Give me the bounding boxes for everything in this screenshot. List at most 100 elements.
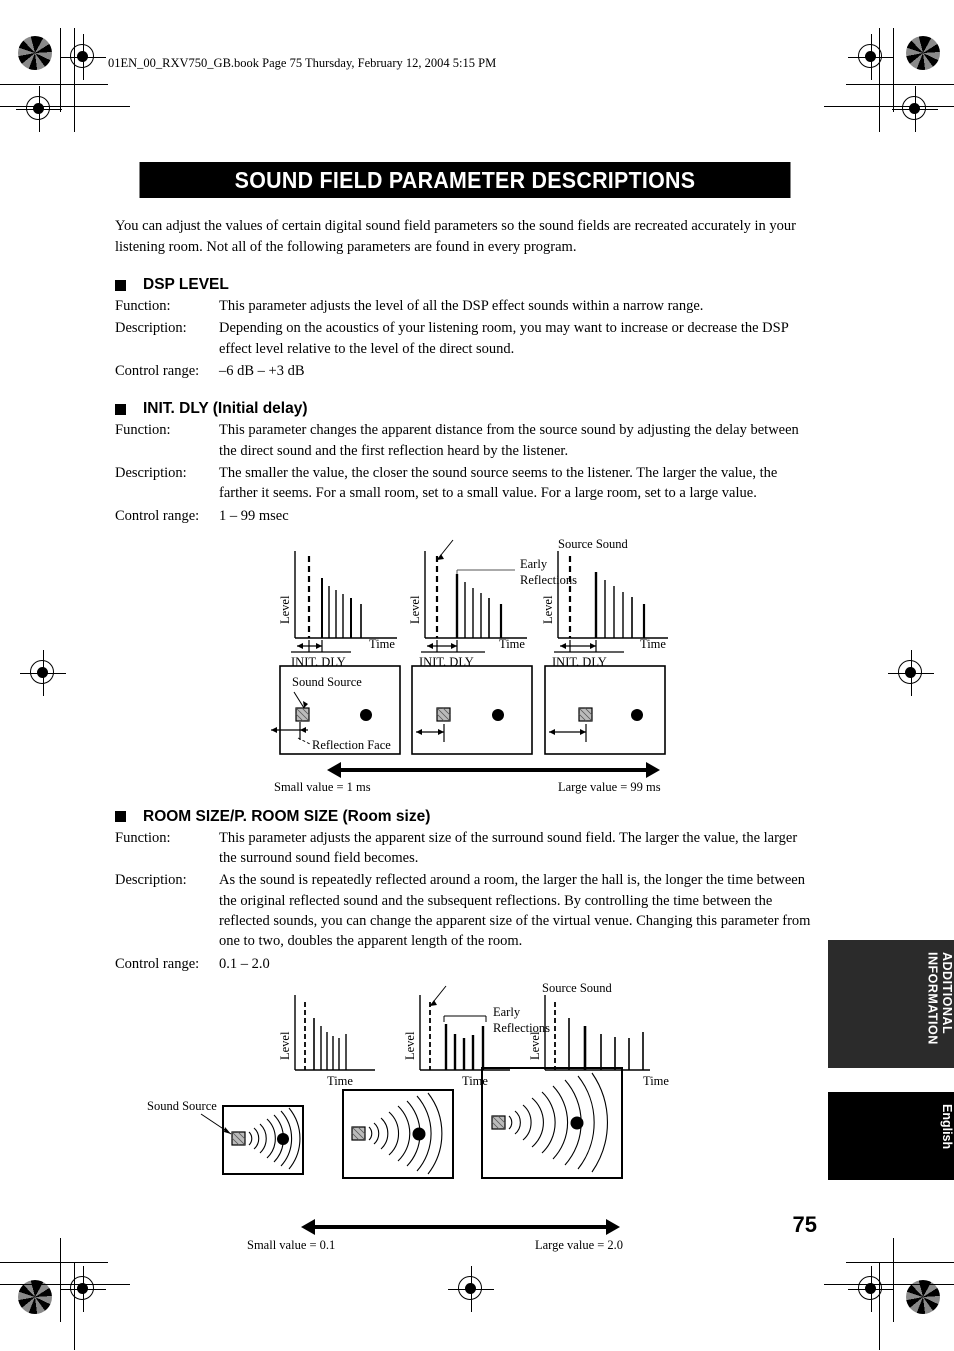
registration-mark-left-mid <box>20 650 66 696</box>
axis-label-level: Level <box>408 595 422 624</box>
source-sound-label: Source Sound <box>542 982 613 995</box>
section-heading-label: INIT. DLY (Initial delay) <box>143 400 308 418</box>
bullet-square-icon <box>115 279 126 291</box>
side-tab-additional-information: ADDITIONAL INFORMATION <box>828 940 954 1068</box>
listener-dot <box>631 708 643 721</box>
book-header-line: 01EN_00_RXV750_GB.book Page 75 Thursday,… <box>108 56 497 70</box>
figure-init-dly: Level Time INIT. DLY Level Time Early Re… <box>115 536 815 796</box>
param-row-function: Function: This parameter adjusts the app… <box>115 828 815 869</box>
init-dly-caption: INIT. DLY <box>552 655 607 669</box>
axis-label-level: Level <box>541 595 555 624</box>
axis-label-time: Time <box>499 637 525 651</box>
small-value-label: Small value = 0.1 <box>247 1238 335 1252</box>
param-label-function: Function: <box>115 829 171 846</box>
param-label-description: Description: <box>115 320 187 337</box>
listener-dot <box>492 708 504 721</box>
early-reflections-line1: Early <box>493 1005 521 1019</box>
small-value-label: Small value = 1 ms <box>274 780 371 794</box>
bullet-square-icon <box>115 403 126 415</box>
print-density-blob-bottom-left <box>18 1280 52 1314</box>
large-value-label: Large value = 99 ms <box>558 780 661 794</box>
sound-wave-arcs <box>368 1092 443 1175</box>
param-label-control-range: Control range: <box>115 507 200 524</box>
crop-mark-bl-v <box>60 1238 61 1322</box>
room-size-graph-large: Level Time <box>528 994 669 1088</box>
room-size-range-arrow: Small value = 0.1 Large value = 2.0 <box>247 1218 623 1252</box>
crop-mark-tl-h <box>0 84 108 85</box>
page-title: SOUND FIELD PARAMETER DESCRIPTIONS <box>139 162 791 198</box>
sound-wave-arcs <box>508 1072 609 1173</box>
room-size-room-small: Sound Source <box>147 1099 304 1175</box>
axis-label-level: Level <box>278 1031 292 1060</box>
section-heading-label: ROOM SIZE/P. ROOM SIZE (Room size) <box>143 807 431 825</box>
param-value-function: This parameter changes the apparent dist… <box>219 422 799 459</box>
registration-mark-right-mid <box>888 650 934 696</box>
init-dly-range-arrow: Small value = 1 ms Large value = 99 ms <box>274 761 661 794</box>
crop-mark-br-v <box>893 1238 894 1322</box>
param-value-description: Depending on the acoustics of your liste… <box>219 320 789 357</box>
param-row-function: Function: This parameter adjusts the lev… <box>115 296 815 316</box>
param-row-description: Description: As the sound is repeatedly … <box>115 870 815 951</box>
crop-mark-br-v2 <box>879 1262 880 1350</box>
axis-label-level: Level <box>528 1031 542 1060</box>
sound-wave-arcs <box>248 1107 301 1170</box>
param-value-description: As the sound is repeatedly reflected aro… <box>219 872 811 950</box>
crop-mark-tr-h2 <box>824 106 954 107</box>
crop-mark-bl-v2 <box>74 1262 75 1350</box>
axis-label-level: Level <box>278 595 292 624</box>
crop-mark-tl-v <box>60 28 61 112</box>
init-dly-graph-small: Level Time INIT. DLY <box>278 550 397 669</box>
large-value-label: Large value = 2.0 <box>535 1238 623 1252</box>
source-sound-label: Source Sound <box>558 537 629 551</box>
param-label-control-range: Control range: <box>115 955 200 972</box>
listener-dot <box>412 1127 426 1141</box>
figure-room-size: Level Time Level Time Early Reflections … <box>115 982 815 1257</box>
axis-label-time: Time <box>643 1074 669 1088</box>
sound-source-label: Sound Source <box>292 675 362 689</box>
init-dly-room-large <box>544 665 666 755</box>
param-label-function: Function: <box>115 422 171 439</box>
init-dly-caption: INIT. DLY <box>419 655 474 669</box>
section-heading-init-dly: INIT. DLY (Initial delay) <box>115 400 815 418</box>
listener-dot <box>360 708 372 721</box>
param-value-function: This parameter adjusts the apparent size… <box>219 829 798 867</box>
print-density-blob-top-left <box>18 36 52 70</box>
param-row-function: Function: This parameter changes the app… <box>115 420 815 461</box>
room-size-room-medium <box>342 1088 454 1179</box>
listener-dot <box>277 1132 289 1145</box>
crop-mark-bl-h2 <box>0 1284 130 1285</box>
axis-label-time: Time <box>640 637 666 651</box>
param-label-description: Description: <box>115 464 187 481</box>
registration-mark-bottom-center <box>448 1266 494 1312</box>
param-row-description: Description: The smaller the value, the … <box>115 463 815 504</box>
registration-mark-bottom-right <box>848 1266 894 1312</box>
param-row-description: Description: Depending on the acoustics … <box>115 318 815 359</box>
print-density-blob-bottom-right <box>906 1280 940 1314</box>
crop-mark-br-h <box>846 1262 954 1263</box>
axis-label-time: Time <box>327 1074 353 1088</box>
axis-label-time: Time <box>369 637 395 651</box>
crop-mark-tr-h <box>846 84 954 85</box>
room-size-graph-small: Level Time <box>278 994 375 1088</box>
print-density-blob-top-right <box>906 36 940 70</box>
init-dly-room-medium <box>411 665 533 755</box>
document-page: 01EN_00_RXV750_GB.book Page 75 Thursday,… <box>0 0 954 1351</box>
param-row-control-range: Control range: 1 – 99 msec <box>115 506 815 526</box>
crop-mark-bl-h <box>0 1262 108 1263</box>
crop-mark-tl-h2 <box>0 106 130 107</box>
bullet-square-icon <box>115 811 126 823</box>
crop-mark-tr-v2 <box>879 28 880 132</box>
crop-mark-br-h2 <box>824 1284 954 1285</box>
init-dly-caption: INIT. DLY <box>291 655 346 669</box>
init-dly-graph-large: Level Time INIT. DLY <box>541 550 668 669</box>
registration-mark-top-right <box>848 34 894 80</box>
param-row-control-range: Control range: –6 dB – +3 dB <box>115 361 815 381</box>
listener-dot <box>570 1116 584 1130</box>
param-value-function: This parameter adjusts the level of all … <box>219 298 704 315</box>
side-tab-language-label: English <box>940 1104 954 1150</box>
param-label-description: Description: <box>115 872 187 889</box>
page-content: SOUND FIELD PARAMETER DESCRIPTIONS You c… <box>115 162 815 1257</box>
page-number: 75 <box>792 1212 817 1237</box>
init-dly-room-small: Sound Source Reflection Face <box>271 665 401 755</box>
param-value-control-range: 0.1 – 2.0 <box>219 955 270 972</box>
